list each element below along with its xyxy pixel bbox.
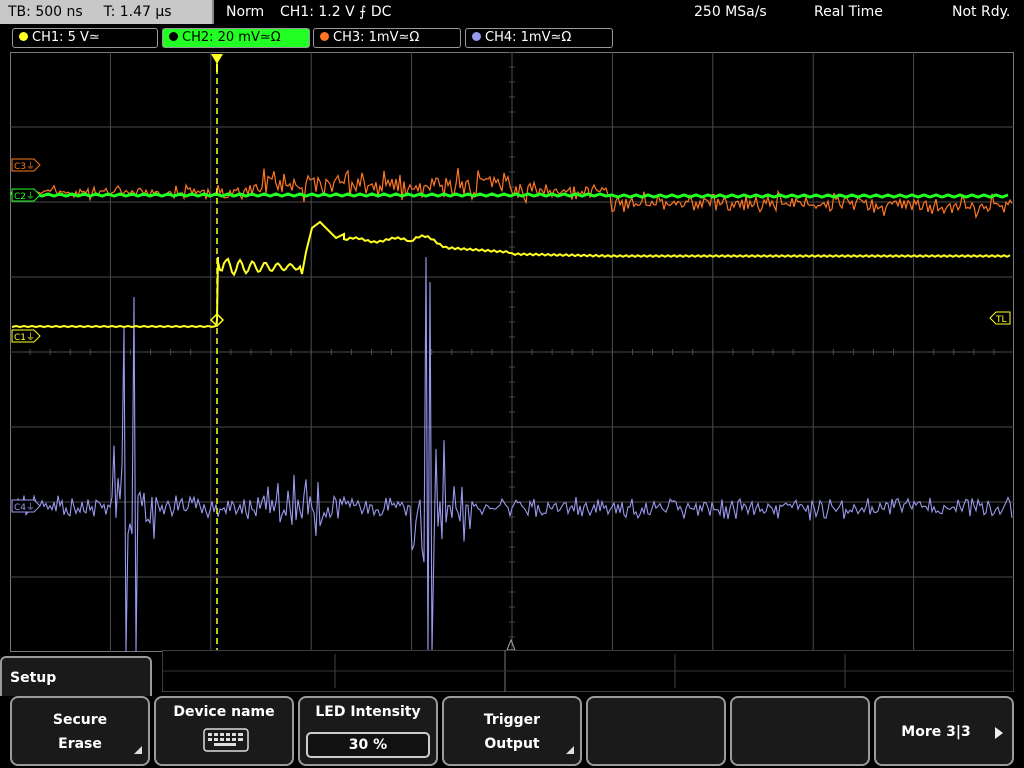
acquisition-mode[interactable]: Norm: [226, 0, 264, 24]
marker-c3-label: C3⏚: [14, 161, 35, 172]
device-name-button[interactable]: Device name: [154, 696, 294, 766]
timebase-value: TB: 500 ns: [8, 4, 83, 20]
menu-info-bar: [161, 649, 1015, 693]
submenu-corner-icon: [566, 746, 574, 754]
marker-c1-label: C1⏚: [14, 332, 35, 343]
menu-title-label: Setup: [10, 670, 57, 686]
channel-tab-label: CH2: 20 mV≃Ω: [182, 30, 281, 45]
softkey-label: Trigger: [483, 712, 541, 728]
ch2-color-icon: [169, 32, 178, 41]
channel-tab-ch3[interactable]: CH3: 1mV≃Ω: [313, 28, 461, 48]
channel-tab-ch4[interactable]: CH4: 1mV≃Ω: [465, 28, 613, 48]
led-intensity-value[interactable]: 30 %: [306, 732, 430, 758]
trigger-time-value: T: 1.47 µs: [103, 4, 172, 20]
marker-c2-label: C2⏚: [14, 191, 35, 202]
softkey-label: More 3|3: [901, 724, 971, 740]
waveform-display[interactable]: C3⏚ C2⏚ C1⏚ C4⏚ TL: [10, 52, 1014, 652]
channel-tab-ch1[interactable]: CH1: 5 V≃: [12, 28, 158, 48]
channel-tab-ch2[interactable]: CH2: 20 mV≃Ω: [162, 28, 310, 48]
ch3-color-icon: [320, 32, 329, 41]
more-menu-button[interactable]: More 3|3: [874, 696, 1014, 766]
secure-erase-button[interactable]: Secure Erase: [10, 696, 150, 766]
arrow-right-icon: [995, 727, 1003, 739]
ch4-color-icon: [472, 32, 481, 41]
softkey-label: Output: [484, 736, 540, 752]
trigger-info[interactable]: CH1: 1.2 V ⨍ DC: [280, 0, 391, 24]
channel-tab-label: CH3: 1mV≃Ω: [333, 30, 420, 45]
ready-state: Not Rdy.: [952, 4, 1011, 20]
channel-tab-label: CH4: 1mV≃Ω: [485, 30, 572, 45]
softkey-label: Device name: [173, 704, 275, 720]
softkey-label: LED Intensity: [315, 704, 421, 720]
trigger-output-button[interactable]: Trigger Output: [442, 696, 582, 766]
keyboard-icon: [203, 728, 249, 752]
ch1-color-icon: [19, 32, 28, 41]
softkey-label: Erase: [58, 736, 102, 752]
marker-c4-label: C4⏚: [14, 502, 35, 513]
softkey-empty-6[interactable]: [730, 696, 870, 766]
trigger-level-label: TL: [995, 315, 1007, 325]
menu-title-setup: Setup: [0, 656, 152, 696]
submenu-corner-icon: [134, 746, 142, 754]
time-mode: Real Time: [814, 4, 883, 20]
timebase-readout[interactable]: TB: 500 ns T: 1.47 µs: [0, 0, 214, 24]
led-intensity-button[interactable]: LED Intensity 30 %: [298, 696, 438, 766]
softkey-empty-5[interactable]: [586, 696, 726, 766]
channel-tab-label: CH1: 5 V≃: [32, 30, 100, 45]
sample-rate: 250 MSa/s: [694, 4, 767, 20]
softkey-label: Secure: [52, 712, 108, 728]
status-bar: TB: 500 ns T: 1.47 µs Norm CH1: 1.2 V ⨍ …: [0, 0, 1024, 24]
